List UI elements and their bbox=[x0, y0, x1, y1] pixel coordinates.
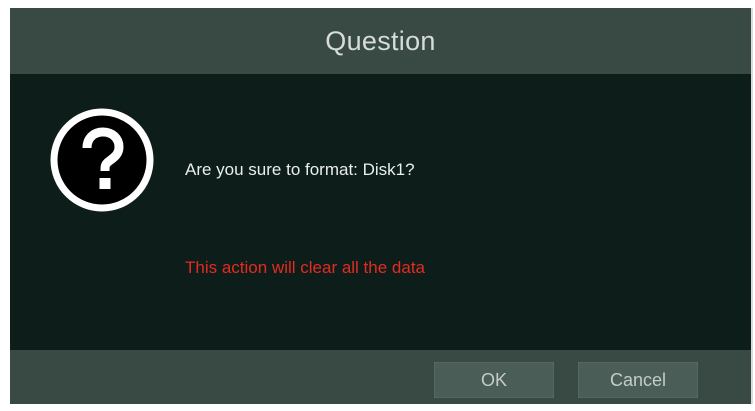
confirm-message: Are you sure to format: Disk1? bbox=[185, 160, 415, 179]
dialog-footer: OK Cancel bbox=[10, 350, 751, 404]
question-mark-circle-icon bbox=[50, 108, 154, 212]
ok-button[interactable]: OK bbox=[434, 362, 554, 398]
question-dialog: Question Are you sure to format: Disk1? … bbox=[10, 8, 753, 404]
dialog-title-bar: Question bbox=[10, 8, 751, 74]
warning-message: This action will clear all the data bbox=[185, 258, 426, 277]
dialog-title: Question bbox=[325, 25, 436, 56]
cancel-button[interactable]: Cancel bbox=[578, 362, 698, 398]
